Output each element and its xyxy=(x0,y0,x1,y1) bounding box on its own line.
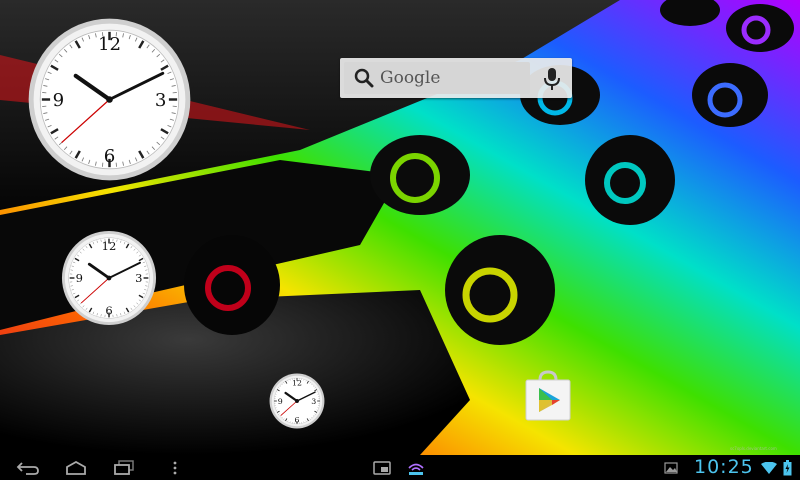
search-field[interactable]: Google xyxy=(344,62,530,94)
battery-charging-icon xyxy=(783,459,791,475)
recent-apps-button[interactable] xyxy=(106,455,142,480)
numeral-12: 12 xyxy=(98,34,121,55)
wallpaper-credit: sc7opls.deviantart.com xyxy=(730,446,777,451)
numeral-3: 3 xyxy=(155,90,167,111)
back-button[interactable] xyxy=(10,455,46,480)
menu-button[interactable] xyxy=(164,455,186,480)
status-time[interactable]: 10:25 xyxy=(694,456,754,478)
google-search-widget[interactable]: Google xyxy=(340,58,572,98)
menu-icon xyxy=(173,461,177,474)
numeral-3: 3 xyxy=(135,271,142,285)
numeral-9: 9 xyxy=(76,271,83,285)
system-bar: 10:25 xyxy=(0,455,800,480)
numeral-6: 6 xyxy=(105,303,112,317)
screenshot-button[interactable] xyxy=(370,455,394,480)
recent-apps-icon xyxy=(114,459,134,475)
image-notification-icon xyxy=(664,461,678,474)
play-store-icon[interactable] xyxy=(522,370,574,422)
wifi-icon xyxy=(761,461,777,474)
battery-status xyxy=(779,455,795,480)
numeral-3: 3 xyxy=(311,397,316,406)
numeral-9: 9 xyxy=(278,397,283,406)
numeral-12: 12 xyxy=(292,378,302,387)
analog-clock-small[interactable]: 12 3 6 9 xyxy=(269,373,325,429)
home-icon xyxy=(66,460,86,475)
numeral-6: 6 xyxy=(104,146,116,167)
image-notification[interactable] xyxy=(660,455,682,480)
numeral-6: 6 xyxy=(295,415,300,424)
analog-clock-large[interactable]: 12 3 6 9 xyxy=(27,17,192,182)
home-button[interactable] xyxy=(58,455,94,480)
analog-clock-medium[interactable]: 12 3 6 9 xyxy=(61,230,157,326)
wifi-status xyxy=(759,455,779,480)
home-screen: 12 3 6 9 12 3 6 9 12 3 6 9 Google sc7opl… xyxy=(0,0,800,480)
numeral-9: 9 xyxy=(53,90,65,111)
search-icon xyxy=(354,68,374,88)
wifi-notification[interactable] xyxy=(404,455,428,480)
back-icon xyxy=(16,461,39,475)
microphone-icon[interactable] xyxy=(538,66,566,92)
screenshot-icon xyxy=(373,460,391,475)
wifi-notification-icon xyxy=(408,463,424,475)
numeral-12: 12 xyxy=(102,239,117,253)
search-label: Google xyxy=(380,68,441,88)
